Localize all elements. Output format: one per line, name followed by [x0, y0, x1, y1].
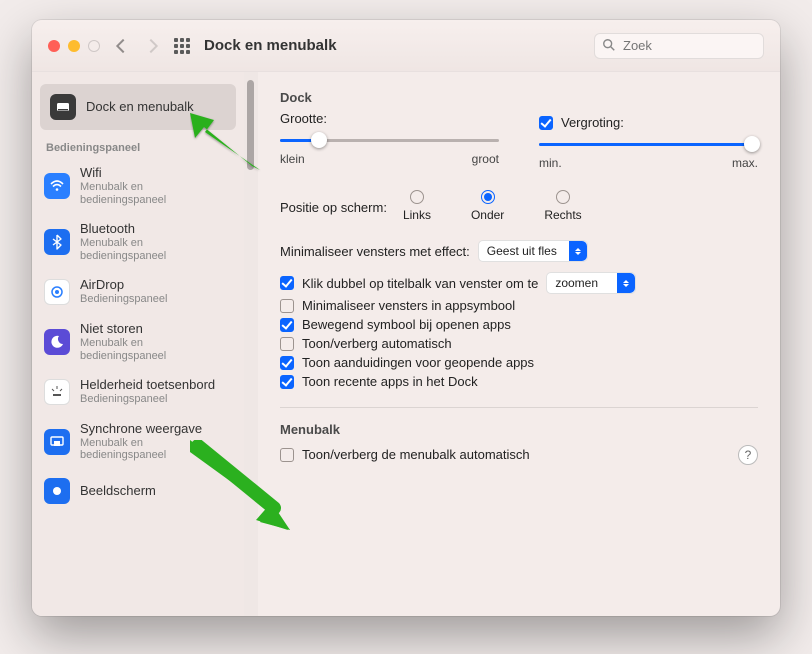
- dock-icon: [50, 94, 76, 120]
- minimize-icon[interactable]: [68, 40, 80, 52]
- doubleclick-label: Klik dubbel op titelbalk van venster om …: [302, 276, 538, 291]
- airdrop-icon: [44, 279, 70, 305]
- sidebar-item-sub: Menubalk en bedieningspaneel: [80, 337, 232, 362]
- sidebar-item-label: Synchrone weergave: [80, 422, 232, 437]
- sidebar-item-label: Helderheid toetsenbord: [80, 378, 215, 393]
- content-pane: Dock Grootte: klein groot Vergroting:: [258, 72, 780, 616]
- section-menubar-title: Menubalk: [280, 422, 758, 437]
- minimize-effect-value: Geest uit fles: [487, 244, 557, 258]
- window-controls: [48, 40, 100, 52]
- sidebar-item-bluetooth[interactable]: BluetoothMenubalk en bedieningspaneel: [32, 214, 244, 270]
- show-recents-checkbox[interactable]: [280, 375, 294, 389]
- wifi-icon: [44, 173, 70, 199]
- mag-max-label: max.: [732, 156, 758, 170]
- minimize-effect-select[interactable]: Geest uit fles: [478, 240, 588, 262]
- sidebar-item-screen-mirroring[interactable]: Synchrone weergaveMenubalk en bedienings…: [32, 414, 244, 470]
- sidebar-item-label: Beeldscherm: [80, 484, 156, 499]
- doubleclick-select[interactable]: zoomen: [546, 272, 636, 294]
- scrollbar-thumb[interactable]: [247, 80, 254, 170]
- window-body: Dock en menubalk Bedieningspaneel WifiMe…: [32, 72, 780, 616]
- window-title: Dock en menubalk: [204, 37, 337, 54]
- sidebar-item-sub: Menubalk en bedieningspaneel: [80, 181, 232, 206]
- position-right-label: Rechts: [544, 208, 581, 222]
- position-left-label: Links: [403, 208, 431, 222]
- close-icon[interactable]: [48, 40, 60, 52]
- search-icon: [602, 38, 616, 52]
- sidebar-item-keyboard-brightness[interactable]: Helderheid toetsenbordBedieningspaneel: [32, 370, 244, 414]
- check-label: Minimaliseer vensters in appsymbool: [302, 298, 515, 313]
- size-label: Grootte:: [280, 111, 499, 126]
- check-label: Toon recente apps in het Dock: [302, 374, 478, 389]
- position-bottom-label: Onder: [471, 208, 504, 222]
- zoom-icon[interactable]: [88, 40, 100, 52]
- show-all-button[interactable]: [174, 38, 190, 54]
- minimize-effect-label: Minimaliseer vensters met effect:: [280, 244, 470, 259]
- sidebar-item-label: Wifi: [80, 166, 232, 181]
- animate-opening-checkbox[interactable]: [280, 318, 294, 332]
- position-right-radio[interactable]: [556, 190, 570, 204]
- position-bottom-radio[interactable]: [481, 190, 495, 204]
- show-indicators-checkbox[interactable]: [280, 356, 294, 370]
- display-icon: [44, 478, 70, 504]
- mag-min-label: min.: [539, 156, 562, 170]
- position-label: Positie op scherm:: [280, 200, 387, 215]
- moon-icon: [44, 329, 70, 355]
- magnification-slider[interactable]: [539, 134, 758, 154]
- prefs-window: Dock en menubalk Dock en menubalk Bedien…: [32, 20, 780, 616]
- size-max-label: groot: [472, 152, 499, 166]
- keyboard-brightness-icon: [44, 379, 70, 405]
- search-field[interactable]: [594, 33, 764, 59]
- sidebar-item-label: Bluetooth: [80, 222, 232, 237]
- select-stepper-icon: [569, 241, 587, 261]
- section-dock-title: Dock: [280, 90, 758, 105]
- sidebar-item-airdrop[interactable]: AirDropBedieningspaneel: [32, 270, 244, 314]
- position-left-radio[interactable]: [410, 190, 424, 204]
- sidebar-item-sub: Menubalk en bedieningspaneel: [80, 237, 232, 262]
- autohide-dock-checkbox[interactable]: [280, 337, 294, 351]
- autohide-menubar-checkbox[interactable]: [280, 448, 294, 462]
- screen-mirroring-icon: [44, 429, 70, 455]
- sidebar-item-sub: Bedieningspaneel: [80, 393, 215, 406]
- sidebar-item-sub: Bedieningspaneel: [80, 293, 167, 306]
- sidebar[interactable]: Dock en menubalk Bedieningspaneel WifiMe…: [32, 72, 244, 616]
- sidebar-item-wifi[interactable]: WifiMenubalk en bedieningspaneel: [32, 158, 244, 214]
- toolbar: Dock en menubalk: [32, 20, 780, 72]
- size-min-label: klein: [280, 152, 305, 166]
- check-label: Bewegend symbool bij openen apps: [302, 317, 511, 332]
- autohide-menubar-label: Toon/verberg de menubalk automatisch: [302, 447, 530, 462]
- sidebar-item-label: AirDrop: [80, 278, 167, 293]
- select-stepper-icon: [617, 273, 635, 293]
- magnification-label: Vergroting:: [561, 115, 624, 130]
- sidebar-item-label: Dock en menubalk: [86, 100, 194, 115]
- magnification-checkbox[interactable]: [539, 116, 553, 130]
- sidebar-item-dock-menubar[interactable]: Dock en menubalk: [40, 84, 236, 130]
- help-button[interactable]: ?: [738, 445, 758, 465]
- back-button[interactable]: [116, 38, 130, 52]
- doubleclick-checkbox[interactable]: [280, 276, 294, 290]
- sidebar-item-display[interactable]: Beeldscherm: [32, 470, 244, 512]
- divider: [280, 407, 758, 408]
- check-label: Toon/verberg automatisch: [302, 336, 452, 351]
- minimize-into-app-checkbox[interactable]: [280, 299, 294, 313]
- doubleclick-value: zoomen: [555, 276, 598, 290]
- sidebar-scrollbar[interactable]: [244, 72, 258, 616]
- sidebar-item-label: Niet storen: [80, 322, 232, 337]
- check-label: Toon aanduidingen voor geopende apps: [302, 355, 534, 370]
- sidebar-item-sub: Menubalk en bedieningspaneel: [80, 437, 232, 462]
- bluetooth-icon: [44, 229, 70, 255]
- forward-button: [144, 38, 158, 52]
- sidebar-section-header: Bedieningspaneel: [32, 134, 244, 158]
- sidebar-item-dnd[interactable]: Niet storenMenubalk en bedieningspaneel: [32, 314, 244, 370]
- size-slider[interactable]: [280, 130, 499, 150]
- nav-arrows: [118, 41, 156, 51]
- search-input[interactable]: [594, 33, 764, 59]
